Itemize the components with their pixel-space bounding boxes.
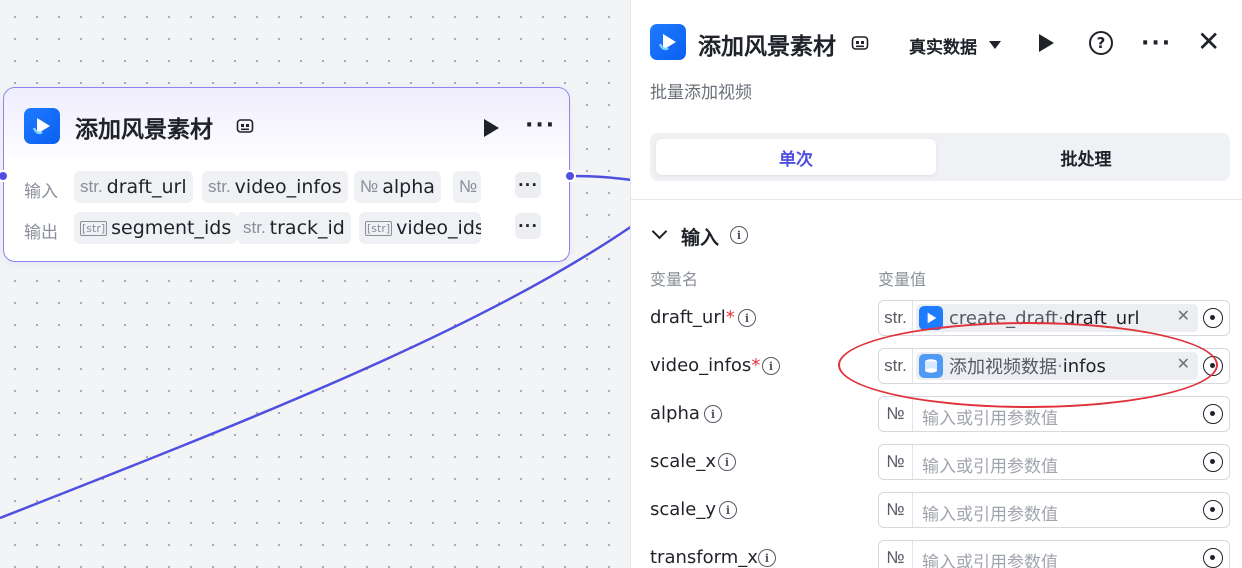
chevron-down-icon[interactable] (651, 223, 668, 240)
section-divider (631, 199, 1242, 200)
outputs-label: 输出 (24, 223, 58, 243)
variable-reference-icon[interactable] (1203, 452, 1223, 472)
param-name: scale_y (650, 499, 717, 520)
plugin-badge-icon (236, 119, 254, 133)
type-number-icon: № (879, 445, 913, 479)
workflow-node[interactable]: 添加风景素材 ··· 输入 str. draft_url str. video_in… (0, 87, 576, 262)
node-title: 添加风景素材 (75, 117, 213, 143)
video-app-icon (650, 24, 686, 60)
caret-down-icon[interactable] (989, 41, 1001, 49)
type-number-icon: № (879, 493, 913, 527)
chip-label: track_id (269, 217, 345, 239)
tab-single[interactable]: 单次 (656, 139, 936, 175)
highlight-annotation (838, 322, 1218, 408)
chip-label: draft_url (106, 176, 187, 198)
input-chip-alpha: № alpha (354, 171, 441, 203)
param-name: scale_x (650, 451, 717, 472)
output-chip-segment-ids: [str] segment_ids (74, 212, 238, 244)
param-field-scale-y[interactable]: № 输入或引用参数值 (878, 492, 1230, 528)
info-icon[interactable]: i (730, 226, 748, 244)
help-icon[interactable]: ? (1089, 31, 1113, 55)
column-header-value: 变量值 (878, 270, 927, 289)
node-more-icon[interactable]: ··· (525, 115, 556, 137)
param-field-transform-x[interactable]: № 输入或引用参数值 (878, 540, 1230, 568)
input-port[interactable] (0, 170, 9, 182)
panel-more-icon[interactable]: ··· (1141, 33, 1172, 55)
param-name: transform_x (650, 547, 758, 568)
param-label-transform-x: transform_x (650, 547, 758, 568)
type-str-icon: str. (208, 177, 231, 196)
param-name: alpha (650, 403, 700, 424)
info-icon[interactable]: i (704, 405, 722, 423)
panel-subtitle: 批量添加视频 (650, 83, 752, 103)
param-input-placeholder[interactable]: 输入或引用参数值 (922, 452, 1058, 477)
chip-label: alpha (382, 176, 435, 198)
param-name: draft_url (650, 307, 726, 328)
param-label-draft-url: draft_url* (650, 307, 735, 328)
required-mark: * (751, 355, 761, 376)
info-icon[interactable]: i (762, 357, 780, 375)
type-str-icon: str. (879, 301, 913, 335)
close-icon[interactable]: ✕ (1197, 28, 1220, 56)
node-config-panel: 添加风景素材 真实数据 ? ··· ✕ 批量添加视频 单次 批处理 输入 i 变… (630, 0, 1242, 568)
inputs-more-button[interactable]: ··· (515, 172, 541, 198)
output-chip-track-id: str. track_id (237, 212, 351, 244)
type-number-icon: № (879, 397, 913, 431)
info-icon[interactable]: i (719, 501, 737, 519)
edge-in (0, 224, 633, 520)
chip-label: video_infos (234, 176, 342, 198)
outputs-more-button[interactable]: ··· (515, 213, 541, 239)
type-str-icon: str. (243, 218, 266, 237)
data-mode-select[interactable]: 真实数据 (909, 33, 977, 58)
inputs-label: 输入 (24, 182, 58, 202)
info-icon[interactable]: i (718, 453, 736, 471)
chip-label: segment_ids (111, 217, 232, 239)
panel-title: 添加风景素材 (698, 34, 836, 60)
variable-reference-icon[interactable] (1203, 548, 1223, 568)
required-mark: * (725, 307, 735, 328)
input-chip-video-infos: str. video_infos (202, 171, 348, 203)
variable-reference-icon[interactable] (1203, 308, 1223, 328)
type-str-icon: str. (80, 177, 103, 196)
variable-reference-icon[interactable] (1203, 500, 1223, 520)
info-icon[interactable]: i (738, 309, 756, 327)
input-chip-draft-url: str. draft_url (74, 171, 193, 203)
param-label-scale-x: scale_x (650, 451, 716, 472)
run-mode-tabs: 单次 批处理 (650, 133, 1230, 181)
column-header-name: 变量名 (650, 270, 699, 289)
param-label-scale-y: scale_y (650, 499, 716, 520)
node-run-icon[interactable] (484, 119, 499, 137)
param-field-scale-x[interactable]: № 输入或引用参数值 (878, 444, 1230, 480)
video-app-icon (24, 108, 60, 144)
panel-run-icon[interactable] (1039, 34, 1054, 52)
input-chip-overflow: № (453, 171, 481, 203)
edge-out (570, 174, 633, 182)
type-number-icon: № (879, 541, 913, 568)
type-array-icon: [str] (365, 220, 393, 236)
type-number-icon: № (360, 177, 379, 196)
remove-reference-icon[interactable]: ✕ (1177, 306, 1190, 325)
tab-batch[interactable]: 批处理 (946, 139, 1226, 175)
output-chip-video-ids: [str] video_ids (359, 212, 481, 244)
type-array-icon: [str] (80, 220, 108, 236)
param-name: video_infos (650, 355, 752, 376)
param-label-video-infos: video_infos* (650, 355, 760, 376)
plugin-badge-icon (851, 36, 869, 50)
output-port[interactable] (564, 170, 576, 182)
chip-label: video_ids (396, 217, 481, 239)
variable-reference-icon[interactable] (1203, 404, 1223, 424)
info-icon[interactable]: i (758, 549, 776, 567)
param-input-placeholder[interactable]: 输入或引用参数值 (922, 548, 1058, 568)
type-number-icon: № (459, 177, 478, 196)
param-input-placeholder[interactable]: 输入或引用参数值 (922, 500, 1058, 525)
inputs-section-title: 输入 (681, 227, 720, 249)
param-label-alpha: alpha (650, 403, 700, 424)
